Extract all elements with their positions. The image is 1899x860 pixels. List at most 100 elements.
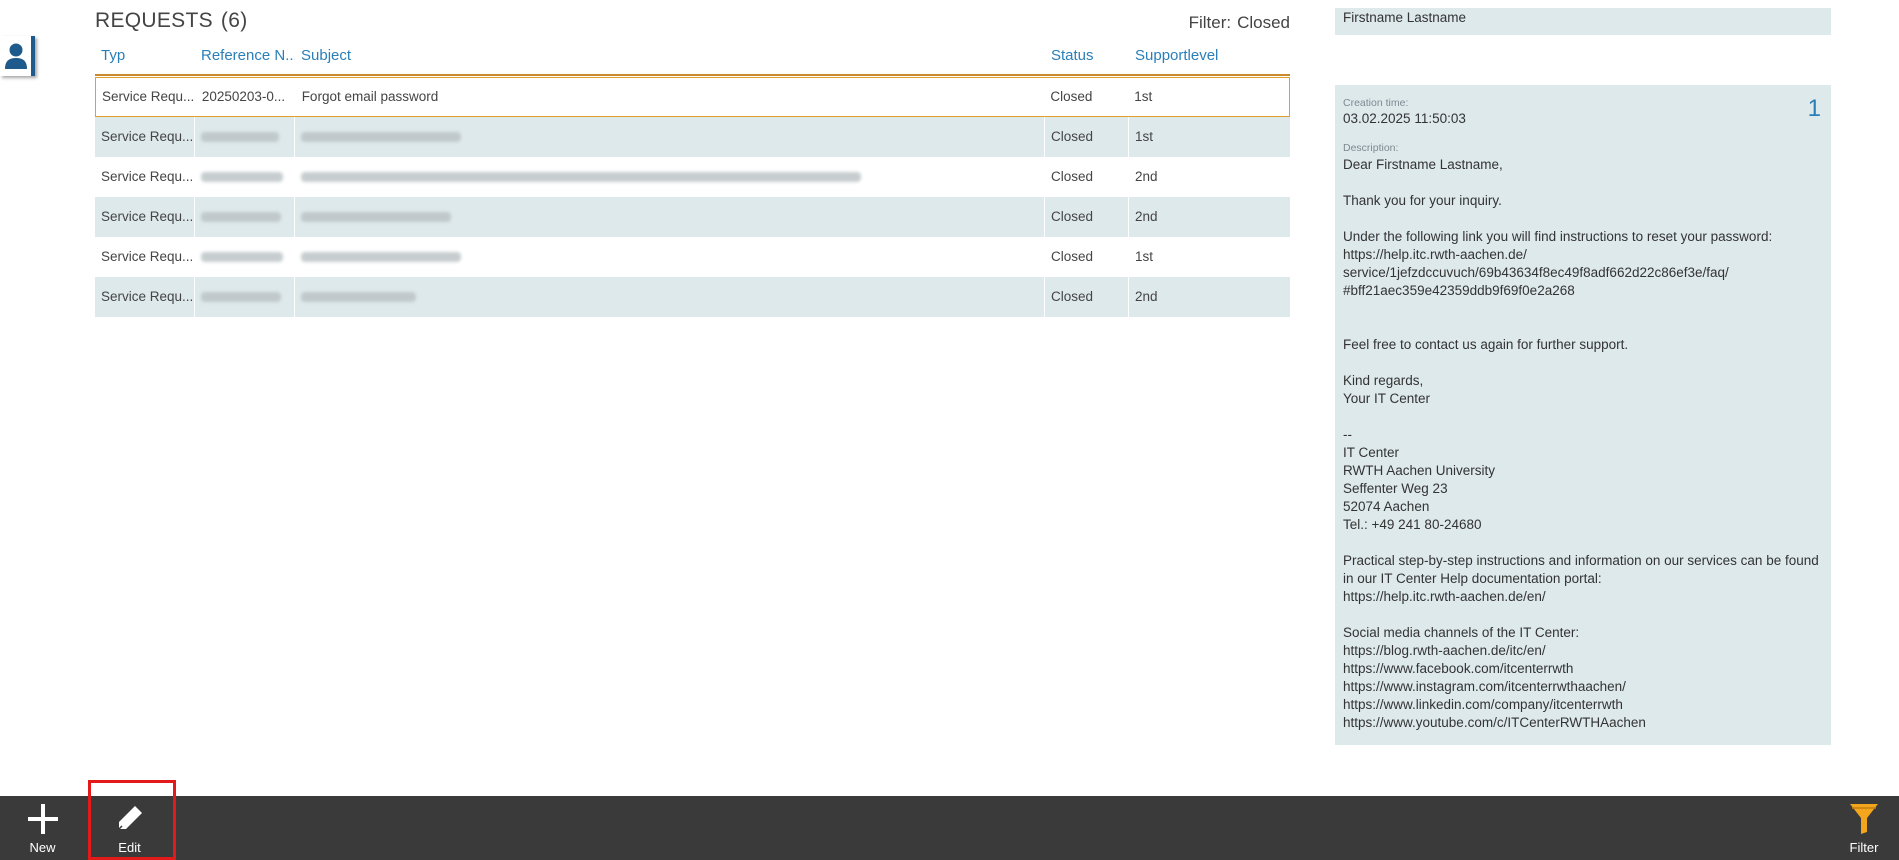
cell-supportlevel: 2nd <box>1135 289 1158 304</box>
detail-index: 1 <box>1807 95 1821 122</box>
description-line: Thank you for your inquiry. <box>1343 193 1502 208</box>
cell-typ: Service Requ... <box>95 117 195 157</box>
description-line: https://www.instagram.com/itcenterrwthaa… <box>1343 679 1626 694</box>
description-line <box>1343 408 1823 426</box>
contact-name-box: Firstname Lastname <box>1335 8 1831 35</box>
cell-subject-redacted <box>295 237 1045 277</box>
cell-supportlevel: 1st <box>1134 89 1153 104</box>
list-header: REQUESTS (6) Filter: Closed <box>95 0 1290 44</box>
table-body: Service Requ... 20250203-0... Forgot ema… <box>95 77 1290 317</box>
list-title: REQUESTS (6) <box>95 9 248 33</box>
requests-list: REQUESTS (6) Filter: Closed Typ Reference … <box>95 0 1290 317</box>
cell-subject-redacted <box>295 117 1045 157</box>
request-count: (6) <box>220 9 248 32</box>
cell-reference-redacted <box>195 237 295 277</box>
description-line: Feel free to contact us again for furthe… <box>1343 337 1629 352</box>
table-header: Typ Reference N... Subject Status Suppor… <box>95 44 1290 76</box>
description-line <box>1343 354 1823 372</box>
filter-button[interactable]: Filter <box>1829 796 1899 860</box>
column-header-subject[interactable]: Subject <box>295 44 1045 74</box>
cell-typ: Service Requ... <box>95 197 195 237</box>
cell-reference-redacted <box>195 157 295 197</box>
column-header-status[interactable]: Status <box>1045 44 1129 74</box>
cell-typ: Service Requ... <box>95 157 195 197</box>
description-line: -- <box>1343 427 1352 442</box>
cell-supportlevel: 1st <box>1135 249 1154 264</box>
request-detail-panel: 1 Creation time: 03.02.2025 11:50:03 Des… <box>1335 85 1831 745</box>
description-line: 52074 Aachen <box>1343 499 1430 514</box>
cell-supportlevel: 2nd <box>1135 209 1158 224</box>
plus-icon <box>27 804 58 834</box>
active-filter: Filter: Closed <box>1189 13 1290 33</box>
creation-time-value: 03.02.2025 11:50:03 <box>1343 111 1466 126</box>
filter-label: Filter: <box>1188 13 1232 32</box>
table-row[interactable]: Service Requ... Closed 1st <box>95 237 1290 277</box>
cell-status: Closed <box>1045 237 1129 277</box>
description-line: https://www.facebook.com/itcenterrwth <box>1343 661 1574 676</box>
column-header-supportlevel[interactable]: Supportlevel <box>1129 44 1290 74</box>
description-line: Social media channels of the IT Center: <box>1343 625 1580 640</box>
column-header-typ[interactable]: Typ <box>95 44 195 74</box>
new-button[interactable]: New <box>0 796 85 860</box>
table-row[interactable]: Service Requ... Closed 2nd <box>95 197 1290 237</box>
cell-reference-redacted <box>195 277 295 317</box>
cell-typ: Service Requ... <box>95 237 195 277</box>
description-line <box>1343 174 1823 192</box>
column-header-reference[interactable]: Reference N... <box>195 44 295 74</box>
cell-subject: Forgot email password <box>296 78 1045 116</box>
description-line: service/1jefzdccuvuch/69b43634f8ec49f8ad… <box>1343 265 1729 280</box>
cell-status: Closed <box>1045 117 1129 157</box>
table-row[interactable]: Service Requ... Closed 2nd <box>95 157 1290 197</box>
cell-subject-redacted <box>295 157 1045 197</box>
description-line: #bff21aec359e42359ddb9f69f0e2a268 <box>1343 283 1575 298</box>
description-line: Dear Firstname Lastname, <box>1343 157 1503 172</box>
table-row[interactable]: Service Requ... Closed 1st <box>95 117 1290 157</box>
cell-status: Closed <box>1045 157 1129 197</box>
description-line: Under the following link you will find i… <box>1343 229 1773 244</box>
user-icon <box>4 43 27 69</box>
description-line: Kind regards, <box>1343 373 1424 388</box>
cell-subject-redacted <box>295 197 1045 237</box>
cell-typ: Service Requ... <box>96 78 196 116</box>
description-line: in our IT Center Help documentation port… <box>1343 571 1602 586</box>
description-line: https://help.itc.rwth-aachen.de/ <box>1343 247 1527 262</box>
description-line <box>1343 606 1823 624</box>
bottom-toolbar: New Edit Filter <box>0 796 1899 860</box>
cell-subject-redacted <box>295 277 1045 317</box>
cell-supportlevel: 1st <box>1135 129 1154 144</box>
description-line: Tel.: +49 241 80-24680 <box>1343 517 1482 532</box>
description-text: Dear Firstname Lastname, Thank you for yo… <box>1343 156 1823 732</box>
cell-status: Closed <box>1045 197 1129 237</box>
cell-supportlevel: 2nd <box>1135 169 1158 184</box>
cell-reference-redacted <box>195 117 295 157</box>
cell-reference-redacted <box>195 197 295 237</box>
list-title-text: REQUESTS <box>95 9 213 32</box>
description-line: https://blog.rwth-aachen.de/itc/en/ <box>1343 643 1546 658</box>
creation-time-label: Creation time: <box>1343 97 1409 109</box>
description-line <box>1343 300 1823 318</box>
description-line <box>1343 318 1823 336</box>
description-line: RWTH Aachen University <box>1343 463 1496 478</box>
filter-button-label: Filter <box>1849 840 1879 855</box>
new-button-label: New <box>29 840 56 855</box>
cell-typ: Service Requ... <box>95 277 195 317</box>
description-line: Your IT Center <box>1343 391 1431 406</box>
table-row[interactable]: Service Requ... Closed 2nd <box>95 277 1290 317</box>
table-row[interactable]: Service Requ... 20250203-0... Forgot ema… <box>95 77 1290 117</box>
description-line: https://www.linkedin.com/company/itcente… <box>1343 697 1623 712</box>
contact-name: Firstname Lastname <box>1343 10 1467 25</box>
funnel-icon <box>1850 804 1878 834</box>
description-line: https://help.itc.rwth-aachen.de/en/ <box>1343 589 1546 604</box>
description-line <box>1343 534 1823 552</box>
description-label: Description: <box>1343 142 1399 154</box>
description-line: https://www.youtube.com/c/ITCenterRWTHAa… <box>1343 715 1646 730</box>
description-line: Seffenter Weg 23 <box>1343 481 1448 496</box>
user-tab[interactable] <box>0 36 35 76</box>
filter-value: Closed <box>1237 13 1290 32</box>
cell-status: Closed <box>1045 277 1129 317</box>
description-line: Practical step-by-step instructions and … <box>1343 553 1819 568</box>
cell-reference: 20250203-0... <box>196 78 296 116</box>
edit-button-highlight <box>88 780 176 860</box>
description-line <box>1343 210 1823 228</box>
cell-status: Closed <box>1044 78 1129 116</box>
